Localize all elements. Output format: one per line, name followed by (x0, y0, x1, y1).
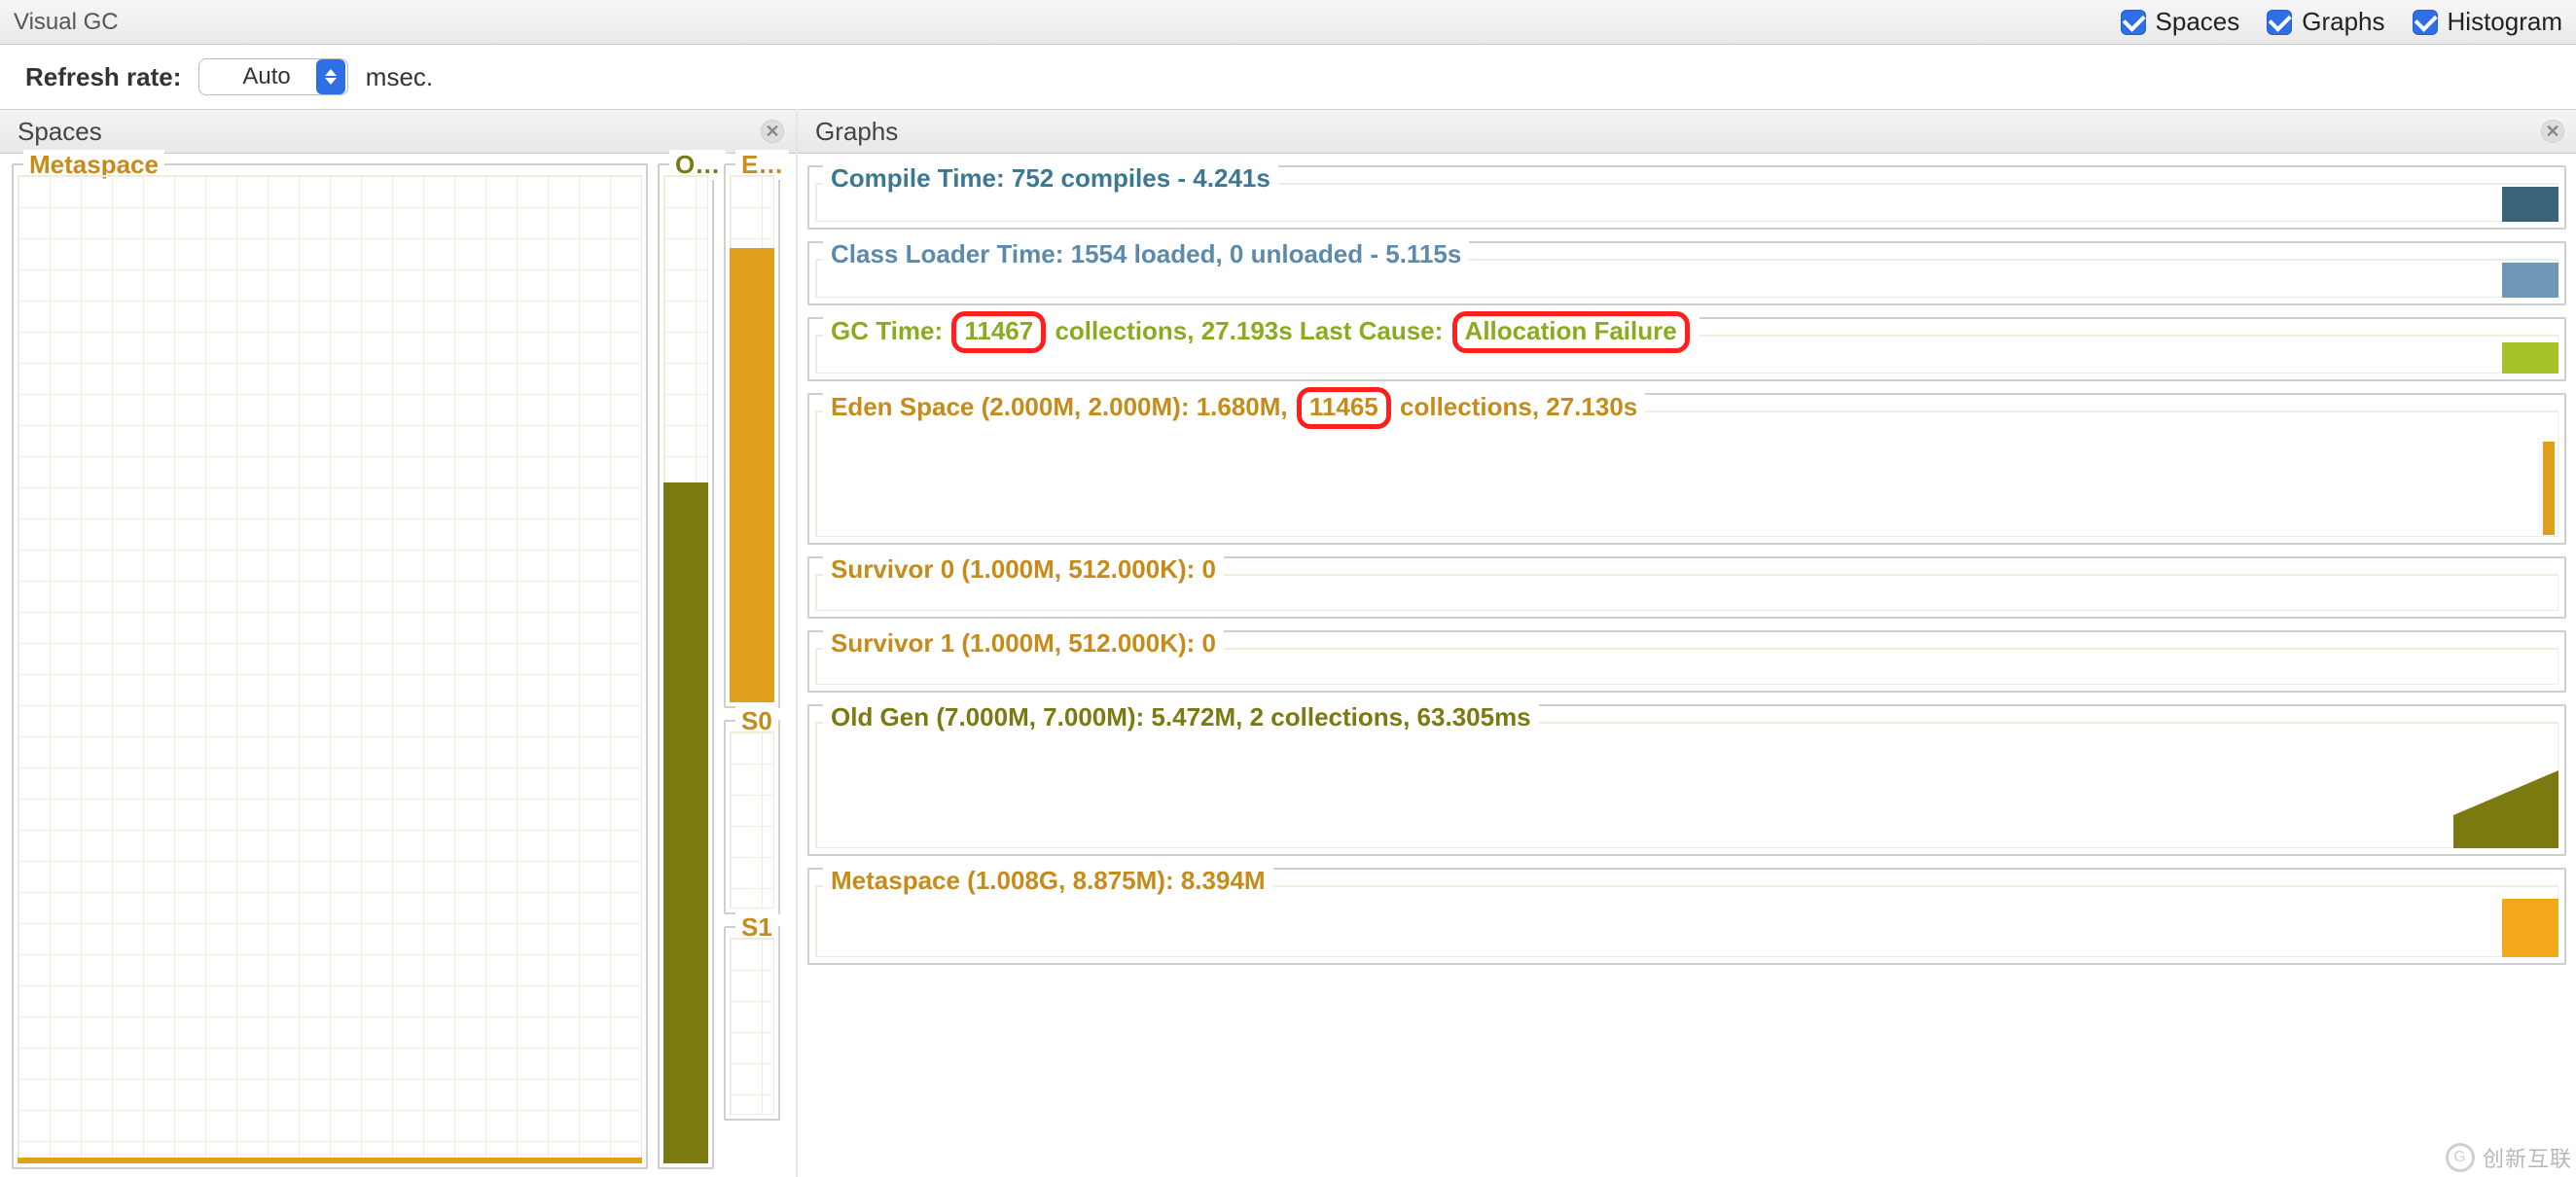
graph-classloader: Class Loader Time: 1554 loaded, 0 unload… (807, 241, 2566, 305)
refresh-select[interactable]: Auto (198, 58, 347, 95)
refresh-unit: msec. (366, 62, 433, 92)
toggle-graphs[interactable]: Graphs (2267, 7, 2384, 37)
graph-metaspace-title: Metaspace (1.008G, 8.875M): 8.394M (823, 866, 1273, 896)
graph-s0: Survivor 0 (1.000M, 512.000K): 0 (807, 556, 2566, 619)
gc-tail (2502, 342, 2558, 374)
graph-gc-title: GC Time: 11467 collections, 27.193s Last… (823, 311, 1699, 353)
toggle-graphs-label: Graphs (2302, 7, 2384, 37)
graph-compile-title: Compile Time: 752 compiles - 4.241s (823, 163, 1278, 194)
graph-old: Old Gen (7.000M, 7.000M): 5.472M, 2 coll… (807, 704, 2566, 856)
graph-s1: Survivor 1 (1.000M, 512.000K): 0 (807, 630, 2566, 693)
space-metaspace: Metaspace (12, 163, 648, 1169)
close-icon[interactable]: ✕ (761, 120, 784, 143)
checkbox-icon (2121, 10, 2146, 35)
graphs-caption-bar: Graphs ✕ (798, 109, 2576, 154)
gc-cause-highlight: Allocation Failure (1452, 311, 1690, 353)
eden-tail (2543, 418, 2555, 535)
space-s1: S1 (724, 926, 780, 1121)
toggle-spaces[interactable]: Spaces (2121, 7, 2240, 37)
graphs-panel: Graphs ✕ Compile Time: 752 compiles - 4.… (798, 109, 2576, 1177)
spaces-caption-bar: Spaces ✕ (0, 109, 796, 154)
graph-eden-title: Eden Space (2.000M, 2.000M): 1.680M, 114… (823, 387, 1645, 429)
updown-icon (316, 59, 345, 94)
close-icon[interactable]: ✕ (2541, 120, 2564, 143)
compile-tail (2502, 187, 2558, 222)
graph-classloader-title: Class Loader Time: 1554 loaded, 0 unload… (823, 239, 1469, 269)
app-title: Visual GC (14, 9, 119, 36)
checkbox-icon (2267, 10, 2292, 35)
refresh-row: Refresh rate: Auto msec. (0, 45, 2576, 109)
metaspace-fill (18, 1158, 642, 1163)
graph-gc: GC Time: 11467 collections, 27.193s Last… (807, 317, 2566, 381)
old-tail (2453, 731, 2558, 848)
classloader-tail (2502, 263, 2558, 298)
spaces-caption: Spaces (18, 117, 102, 147)
toggle-histogram[interactable]: Histogram (2413, 7, 2562, 37)
checkbox-icon (2413, 10, 2438, 35)
graph-eden: Eden Space (2.000M, 2.000M): 1.680M, 114… (807, 393, 2566, 545)
space-s0: S0 (724, 720, 780, 914)
space-old: O… (658, 163, 714, 1169)
toggle-spaces-label: Spaces (2156, 7, 2240, 37)
graph-compile: Compile Time: 752 compiles - 4.241s (807, 165, 2566, 230)
eden-fill (730, 248, 774, 702)
gc-count-highlight: 11467 (951, 311, 1046, 353)
graph-metaspace: Metaspace (1.008G, 8.875M): 8.394M (807, 868, 2566, 965)
old-fill (663, 482, 708, 1163)
space-eden: E… (724, 163, 780, 708)
graph-s0-title: Survivor 0 (1.000M, 512.000K): 0 (823, 554, 1224, 585)
graph-s1-title: Survivor 1 (1.000M, 512.000K): 0 (823, 628, 1224, 659)
refresh-label: Refresh rate: (25, 62, 181, 92)
spaces-panel: Spaces ✕ Metaspace O… E… (0, 109, 798, 1177)
graphs-caption: Graphs (815, 117, 898, 147)
refresh-select-value: Auto (199, 63, 315, 90)
graph-old-title: Old Gen (7.000M, 7.000M): 5.472M, 2 coll… (823, 702, 1539, 732)
eden-count-highlight: 11465 (1297, 387, 1391, 429)
metaspace-tail (2502, 899, 2558, 957)
topbar: Visual GC Spaces Graphs Histogram (0, 0, 2576, 45)
toggle-histogram-label: Histogram (2448, 7, 2562, 37)
